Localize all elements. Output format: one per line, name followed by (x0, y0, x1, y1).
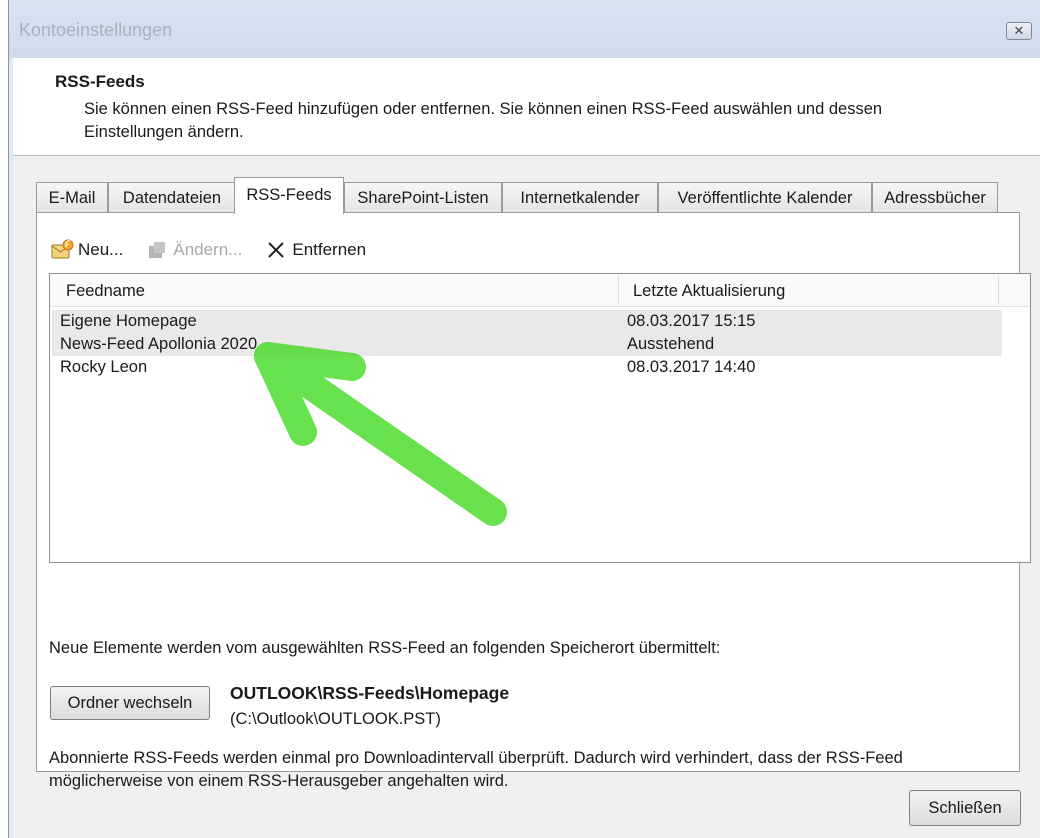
tab-data-files[interactable]: Datendateien (108, 182, 236, 213)
account-settings-dialog: Kontoeinstellungen ✕ RSS-Feeds Sie könne… (8, 0, 1040, 838)
close-icon: ✕ (1013, 23, 1025, 38)
delivery-file-path: (C:\Outlook\OUTLOOK.PST) (230, 710, 441, 728)
tab-email[interactable]: E-Mail (36, 182, 108, 213)
window-title: Kontoeinstellungen (19, 20, 173, 40)
feed-name: Eigene Homepage (60, 312, 197, 330)
title-bar: Kontoeinstellungen ✕ (9, 0, 1040, 58)
change-folder-button[interactable]: Ordner wechseln (50, 686, 210, 720)
section-description: Sie können einen RSS-Feed hinzufügen ode… (84, 100, 883, 141)
tab-published-calendars[interactable]: Veröffentlichte Kalender (658, 182, 872, 213)
tab-sharepoint-lists[interactable]: SharePoint-Listen (344, 182, 502, 213)
feed-updated: 08.03.2017 14:40 (627, 358, 756, 376)
feed-list-header: Feedname Letzte Aktualisierung (50, 274, 1030, 307)
column-separator[interactable] (998, 276, 999, 304)
feed-row[interactable]: News-Feed Apollonia 2020 Ausstehend (52, 333, 1002, 356)
tab-internet-calendars[interactable]: Internetkalender (502, 182, 658, 213)
feed-name: News-Feed Apollonia 2020 (60, 335, 258, 353)
tab-rss-feeds[interactable]: RSS-Feeds (234, 177, 344, 214)
delivery-folder-path: OUTLOOK\RSS-Feeds\Homepage (230, 683, 510, 703)
feed-row[interactable]: Rocky Leon 08.03.2017 14:40 (52, 356, 1002, 379)
delivery-info-text: Neue Elemente werden vom ausgewählten RS… (49, 639, 721, 657)
edit-icon (149, 242, 166, 258)
column-separator[interactable] (618, 276, 619, 304)
remove-feed-button[interactable]: Entfernen (264, 238, 366, 262)
header-panel: RSS-Feeds Sie können einen RSS-Feed hinz… (13, 58, 1040, 156)
feed-toolbar: Neu... Ändern... Entfernen (50, 235, 388, 265)
new-feed-icon (51, 239, 74, 259)
tab-address-books[interactable]: Adressbücher (872, 182, 998, 213)
dialog-body: E-Mail Datendateien RSS-Feeds SharePoint… (13, 156, 1040, 838)
new-feed-label: Neu... (78, 240, 124, 259)
column-last-update[interactable]: Letzte Aktualisierung (633, 282, 785, 301)
edit-feed-button[interactable]: Ändern... (145, 238, 242, 262)
remove-feed-label: Entfernen (292, 240, 367, 259)
download-interval-note: Abonnierte RSS-Feeds werden einmal pro D… (49, 749, 903, 790)
close-window-button[interactable]: ✕ (1006, 22, 1032, 40)
section-title: RSS-Feeds (55, 72, 145, 91)
edit-feed-label: Ändern... (173, 240, 243, 259)
rss-feeds-tab-page: Neu... Ändern... Entfernen Feedname Letz… (36, 212, 1031, 790)
feed-updated: Ausstehend (627, 335, 715, 353)
feed-updated: 08.03.2017 15:15 (627, 312, 756, 330)
feed-name: Rocky Leon (60, 358, 148, 376)
feed-list[interactable]: Feedname Letzte Aktualisierung Eigene Ho… (49, 273, 1031, 563)
column-feedname[interactable]: Feedname (66, 282, 145, 301)
new-feed-button[interactable]: Neu... (50, 238, 123, 262)
close-x-icon (268, 242, 285, 258)
feed-row[interactable]: Eigene Homepage 08.03.2017 15:15 (52, 310, 1002, 333)
close-button[interactable]: Schließen (909, 790, 1021, 826)
